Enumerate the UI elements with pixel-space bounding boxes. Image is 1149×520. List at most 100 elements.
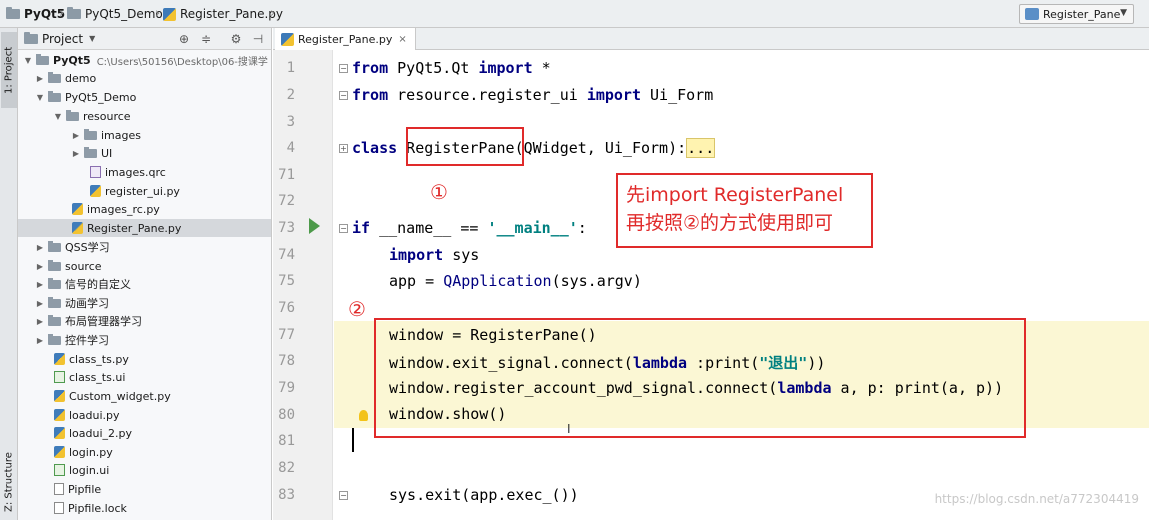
tool-window-strip: 1: Project Z: Structure [0,28,18,520]
tree-item-label: demo [65,71,97,85]
tree-item-loadui-py[interactable]: loadui.py [18,406,271,424]
close-icon[interactable]: × [398,34,406,45]
tree-item-label: login.ui [69,463,110,477]
tree-item-register-ui-py[interactable]: register_ui.py [18,182,271,200]
tree-item-images-qrc[interactable]: images.qrc [18,163,271,181]
chevron-right-icon: › [270,6,276,21]
code-text: __name__ [370,219,461,237]
chevron-down-icon[interactable]: ▼ [22,56,34,65]
lightbulb-icon[interactable] [359,410,368,421]
fold-marker-icon[interactable]: − [339,64,348,73]
chevron-down-icon: ▼ [1120,8,1127,18]
code-text: PyQt5.Qt [388,59,479,77]
line-number: 74 [278,247,295,263]
code-line-2: from resource.register_ui import Ui_Form [352,86,713,104]
python-file-icon [54,390,65,402]
chevron-right-icon[interactable]: ▶ [34,243,46,252]
keyword: import [586,86,641,104]
tree-item-pipfile-lock[interactable]: Pipfile.lock [18,499,271,517]
fold-marker-icon[interactable]: + [339,144,348,153]
keyword: if [352,219,371,237]
tree-item-label: loadui_2.py [69,426,133,440]
python-file-icon [54,446,65,458]
tree-item-ui-folder[interactable]: ▶ UI [18,144,271,162]
hide-panel-icon[interactable]: ⊣ [250,31,266,47]
fold-marker-icon[interactable]: − [339,91,348,100]
tree-item-images-folder[interactable]: ▶ images [18,126,271,144]
tree-item-qss[interactable]: ▶ QSS学习 [18,238,271,256]
code-text: : [577,219,587,237]
run-configuration-select[interactable]: Register_Pane ▼ [1019,4,1134,24]
tree-item-demo[interactable]: ▶ demo [18,69,271,87]
keyword: class [352,139,398,157]
chevron-right-icon[interactable]: ▶ [34,262,46,271]
code-text: Ui_Form [641,86,714,104]
tree-item-pipfile[interactable]: Pipfile [18,480,271,498]
chevron-right-icon[interactable]: ▶ [34,74,46,83]
project-panel-title[interactable]: Project [42,32,83,46]
tree-item-register-pane-py[interactable]: Register_Pane.py [18,219,271,237]
chevron-right-icon[interactable]: ▶ [34,317,46,326]
code-text: (sys.argv) [551,272,642,290]
keyword: import [478,59,533,77]
folded-code-placeholder[interactable]: ... [686,138,716,158]
tree-item-label: 动画学习 [65,297,109,310]
tree-item-class-ts-py[interactable]: class_ts.py [18,350,271,368]
tree-item-custom-widget-py[interactable]: Custom_widget.py [18,387,271,405]
gear-icon[interactable]: ⚙ [228,31,244,47]
locate-target-icon[interactable]: ⊕ [176,31,192,47]
tree-item-layout[interactable]: ▶ 布局管理器学习 [18,312,271,330]
line-number: 80 [278,407,295,423]
breadcrumb-item-pyqt5[interactable]: PyQt5 [6,0,65,28]
tree-item-label: images [101,128,141,142]
tool-window-label: 1: Project [3,46,15,94]
folder-icon [48,296,61,308]
tree-item-signals[interactable]: ▶ 信号的自定义 [18,275,271,293]
chevron-right-icon[interactable]: ▶ [34,280,46,289]
python-file-icon [163,7,176,21]
tree-item-widgets[interactable]: ▶ 控件学习 [18,331,271,349]
tree-item-loadui-2-py[interactable]: loadui_2.py [18,424,271,442]
run-gutter-icon[interactable] [309,218,320,234]
chevron-right-icon[interactable]: ▶ [70,131,82,140]
fold-marker-icon[interactable]: − [339,491,348,500]
fold-marker-icon[interactable]: − [339,224,348,233]
tree-item-class-ts-ui[interactable]: class_ts.ui [18,368,271,386]
line-number: 83 [278,487,295,503]
tab-project-tool-window[interactable]: 1: Project [1,32,17,108]
line-number: 73 [278,220,295,236]
chevron-right-icon[interactable]: ▶ [34,299,46,308]
project-icon [24,31,38,44]
tree-item-source[interactable]: ▶ source [18,257,271,275]
line-number: 2 [286,87,295,103]
tree-item-pyqt5[interactable]: ▼ PyQt5 C:\Users\50156\Desktop\06-搜课学 [18,51,271,69]
collapse-all-icon[interactable]: ≑ [198,31,214,47]
line-number: 81 [278,433,295,449]
chevron-down-icon[interactable]: ▼ [89,34,95,43]
tab-register-pane-py[interactable]: Register_Pane.py × [275,28,416,50]
tab-structure-tool-window[interactable]: Z: Structure [1,446,17,518]
folder-icon [36,53,49,65]
chevron-down-icon[interactable]: ▼ [52,112,64,121]
tree-item-animation[interactable]: ▶ 动画学习 [18,294,271,312]
tree-item-label: Custom_widget.py [69,389,171,403]
chevron-down-icon[interactable]: ▼ [34,93,46,102]
tree-item-login-py[interactable]: login.py [18,443,271,461]
line-number: 79 [278,380,295,396]
tree-item-login-ui[interactable]: login.ui [18,461,271,479]
ui-file-icon [54,371,65,383]
run-config-icon [1025,8,1039,20]
breadcrumb-item-register-pane[interactable]: Register_Pane.py [163,0,283,28]
breadcrumb-item-pyqt5-demo[interactable]: PyQt5_Demo [67,0,163,28]
folder-icon [6,7,20,19]
chevron-right-icon[interactable]: ▶ [34,336,46,345]
tree-item-images-rc-py[interactable]: images_rc.py [18,200,271,218]
tree-item-pyqt5-demo[interactable]: ▼ PyQt5_Demo [18,88,271,106]
chevron-right-icon: › [59,6,65,21]
tree-item-resource[interactable]: ▼ resource [18,107,271,125]
tree-item-label: source [65,259,102,273]
tree-item-label: UI [101,146,113,160]
python-file-icon [54,409,65,421]
chevron-right-icon[interactable]: ▶ [70,149,82,158]
line-number: 75 [278,273,295,289]
